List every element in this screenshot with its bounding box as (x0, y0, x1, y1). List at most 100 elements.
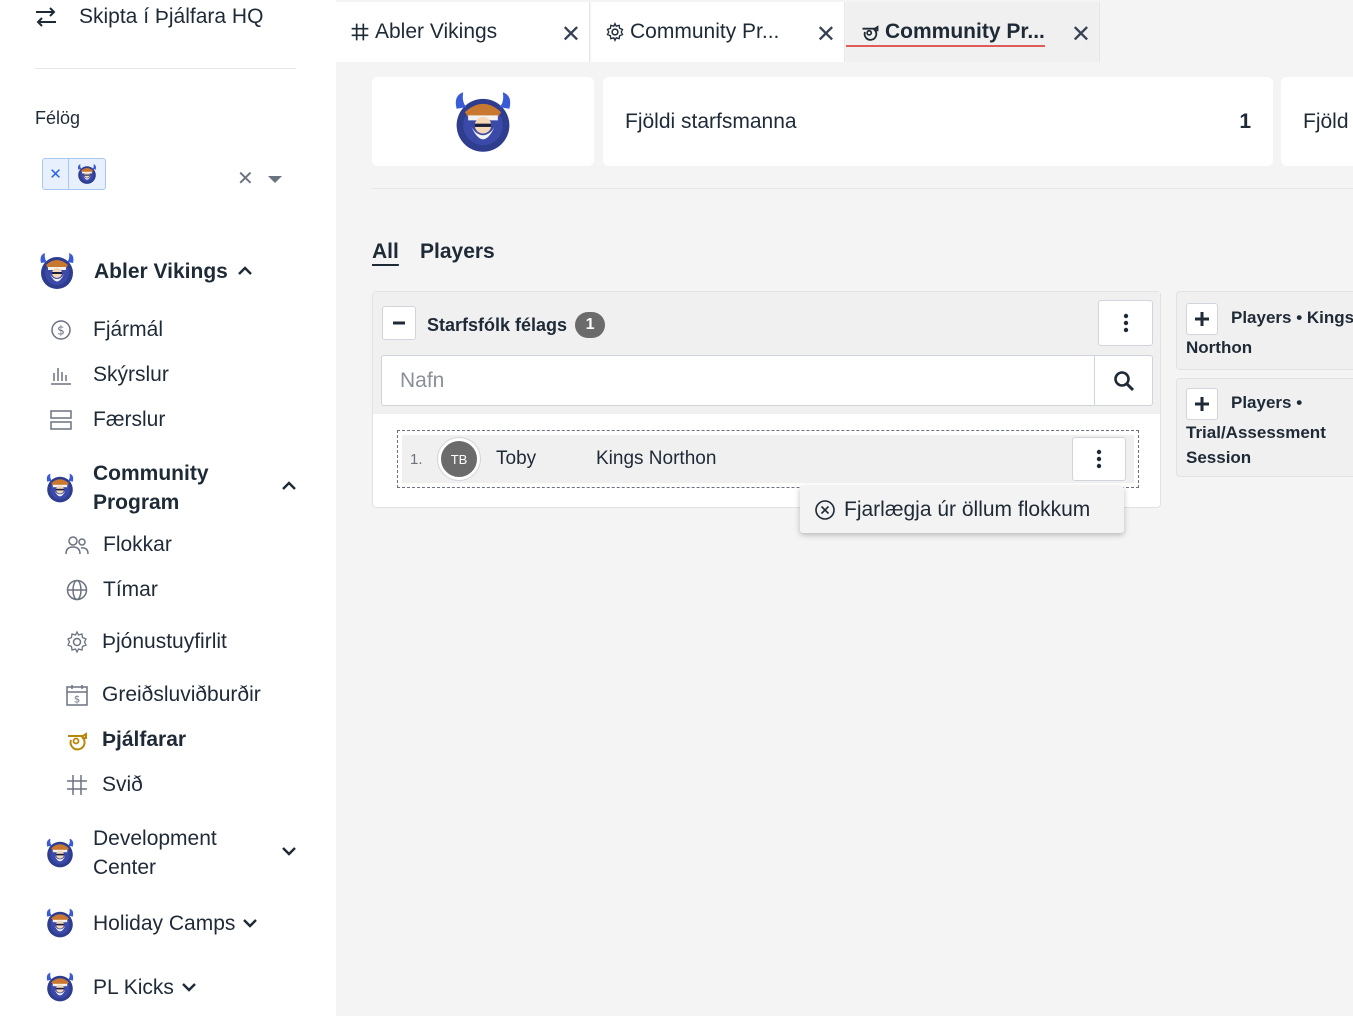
chevron-up-icon[interactable] (280, 477, 298, 495)
side-group-title-line2: Northon (1186, 338, 1253, 357)
kebab-icon (1123, 313, 1128, 333)
side-group-trial-session: Players • Trial/Assessment Session (1176, 378, 1353, 477)
sidebar-item-coaches[interactable]: Þjálfarar (65, 728, 186, 752)
calendar-dollar-icon: $ (66, 685, 88, 706)
chevron-down-icon[interactable] (241, 914, 259, 932)
club-logo (69, 159, 105, 189)
minus-icon (393, 321, 405, 325)
club-select[interactable]: ✕ ✕ (35, 150, 295, 198)
whistle-icon (862, 24, 879, 41)
org-abler-vikings[interactable]: Abler Vikings (37, 251, 254, 291)
member-search-input[interactable] (382, 356, 1094, 405)
staff-count-value: 1 (1239, 110, 1251, 133)
close-icon[interactable]: ✕ (816, 20, 836, 49)
close-icon[interactable]: ✕ (1071, 20, 1091, 49)
search-icon (1113, 370, 1134, 391)
switch-to-coach-hq-link[interactable]: Skipta í Þjálfara HQ (33, 4, 263, 30)
svg-text:$: $ (57, 324, 65, 338)
org-name-line2: Program (93, 491, 180, 514)
org-holiday-camps[interactable]: Holiday Camps (44, 905, 259, 941)
sidebar-item-label: Svið (102, 773, 143, 796)
clear-selection-icon[interactable]: ✕ (237, 166, 254, 191)
svg-text:$: $ (74, 695, 80, 706)
plus-icon (1195, 397, 1209, 411)
org-name: Holiday Camps (93, 911, 236, 935)
swap-arrows-icon (36, 7, 56, 27)
gear-icon (606, 22, 624, 42)
org-community-program[interactable]: Community Program (44, 459, 304, 517)
sidebar-item-payment-events[interactable]: $ Greiðsluviðburðir (65, 683, 261, 707)
gear-icon (67, 630, 87, 654)
sidebar-item-label: Tímar (103, 578, 158, 601)
menu-item-label: Fjarlægja úr öllum flokkum (844, 497, 1091, 521)
group-title-text: Starfsfólk félags (427, 314, 568, 335)
globe-icon (66, 579, 88, 601)
tab-label: Community Pr... (630, 20, 780, 43)
users-icon (65, 536, 89, 555)
clubs-label: Félög (35, 108, 81, 128)
search-button[interactable] (1094, 356, 1152, 405)
group-title: Starfsfólk félags 1 (427, 312, 606, 338)
development-center-logo (46, 838, 74, 868)
avatar: TB (438, 438, 480, 480)
sidebar-item-label: Skýrslur (93, 363, 169, 386)
add-to-group-button[interactable] (1186, 303, 1218, 335)
switch-label: Skipta í Þjálfara HQ (79, 5, 264, 28)
tab-abler-vikings[interactable]: Abler Vikings ✕ (336, 2, 590, 62)
side-group-title-line2: Trial/Assessment (1186, 423, 1326, 442)
tab-bar: Abler Vikings ✕ Community Pr... ✕ Commun… (336, 0, 1353, 62)
sidebar-item-label: Fjármál (93, 318, 164, 341)
org-development-center[interactable]: Development Center (44, 824, 304, 882)
staff-group-panel: Starfsfólk félags 1 1. TB Toby Kings Nor… (372, 291, 1161, 508)
stat-card-partial: Fjöld (1281, 77, 1353, 166)
hash-icon (67, 775, 87, 795)
remove-from-all-groups-menu-item[interactable]: Fjarlægja úr öllum flokkum (800, 486, 1124, 533)
whistle-icon (68, 732, 87, 751)
add-to-group-button[interactable] (1186, 388, 1218, 420)
sidebar-item-sessions[interactable]: Tímar (65, 578, 158, 602)
sidebar-item-label: Greiðsluviðburðir (102, 683, 261, 706)
sidebar-item-finance[interactable]: $ Fjármál (49, 318, 163, 342)
abler-vikings-logo (455, 92, 511, 152)
sidebar-item-service-overview[interactable]: Þjónustuyfirlit (65, 630, 227, 654)
close-icon[interactable]: ✕ (561, 20, 581, 49)
hash-icon (351, 23, 369, 41)
filter-players[interactable]: Players (420, 240, 495, 264)
side-group-title-line1: Players • Kings (1231, 308, 1353, 327)
sidebar-item-reports[interactable]: Skýrslur (49, 363, 169, 387)
member-row-content: 1. TB Toby Kings Northon (402, 435, 1134, 483)
tab-community-program-coaches[interactable]: Community Pr... ✕ (846, 2, 1100, 62)
side-group-kings-northon: Players • Kings Northon (1176, 291, 1353, 370)
sidebar-item-label: Færslur (93, 408, 166, 431)
org-pl-kicks[interactable]: PL Kicks (44, 969, 198, 1005)
sidebar: Skipta í Þjálfara HQ Félög ✕ ✕ Abler Vik… (0, 0, 336, 1016)
dollar-circle-icon: $ (51, 320, 71, 340)
chevron-up-icon[interactable] (236, 262, 254, 280)
sidebar-divider (35, 68, 296, 69)
stat-label-partial: Fjöld (1303, 110, 1349, 133)
member-team: Kings Northon (596, 448, 717, 469)
plus-icon (1195, 312, 1209, 326)
org-name-line1: Development (93, 827, 217, 850)
side-group-title-line3: Session (1186, 448, 1252, 467)
collapse-button[interactable] (382, 306, 416, 340)
org-name: PL Kicks (93, 975, 174, 999)
remove-club-icon[interactable]: ✕ (43, 159, 69, 189)
filter-all[interactable]: All (372, 240, 399, 264)
sidebar-item-fields[interactable]: Svið (65, 773, 143, 797)
tab-label: Community Pr... (885, 19, 1045, 43)
member-menu-button[interactable] (1072, 437, 1126, 481)
group-menu-button[interactable] (1098, 300, 1153, 346)
group-header: Starfsfólk félags 1 (373, 292, 1160, 414)
chevron-down-icon[interactable] (280, 842, 298, 860)
close-circle-icon (815, 499, 835, 520)
tab-community-program-settings[interactable]: Community Pr... ✕ (591, 2, 845, 62)
dropdown-caret-icon[interactable] (268, 176, 282, 183)
org-name: Abler Vikings (94, 259, 228, 283)
sidebar-item-groups[interactable]: Flokkar (65, 533, 172, 557)
table-row[interactable]: 1. TB Toby Kings Northon (397, 430, 1139, 488)
sidebar-item-transactions[interactable]: Færslur (49, 408, 165, 432)
chevron-down-icon[interactable] (180, 978, 198, 996)
community-program-logo (46, 473, 74, 503)
sidebar-item-label: Þjónustuyfirlit (102, 630, 227, 653)
